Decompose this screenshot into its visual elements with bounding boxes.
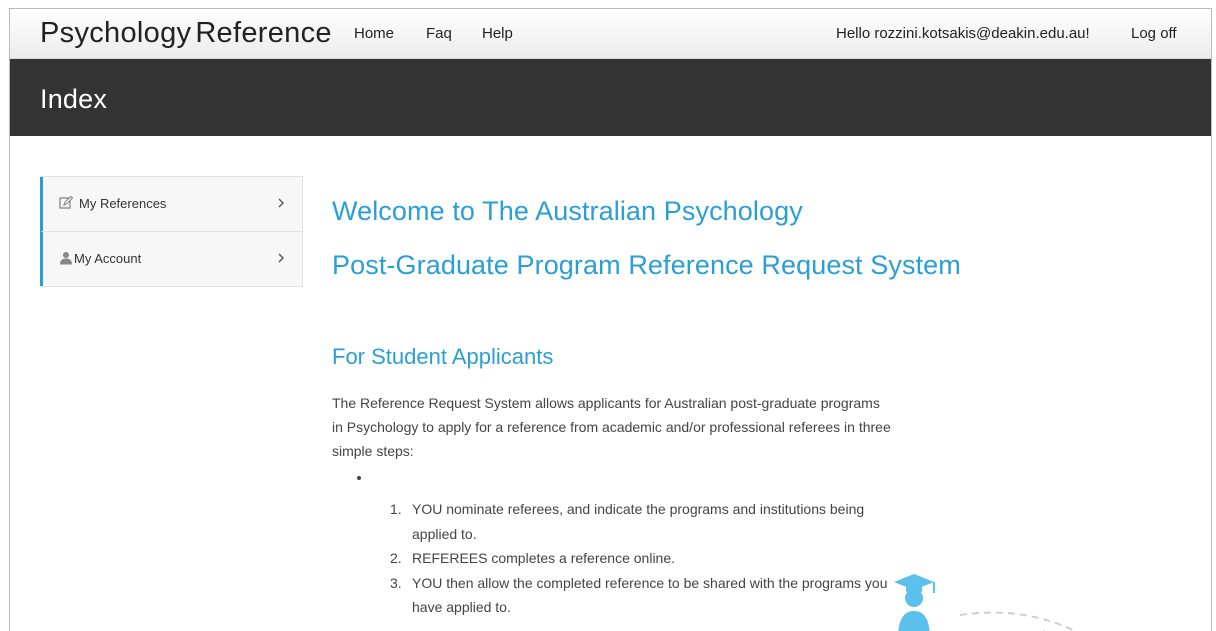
steps-list: 1. YOU nominate referees, and indicate t…: [390, 497, 900, 620]
sidebar-item-my-account[interactable]: My Account: [40, 232, 302, 286]
sidebar-item-label: My References: [79, 196, 167, 211]
nav-help-link[interactable]: Help: [482, 25, 513, 42]
bullet-marker: [357, 476, 361, 480]
welcome-heading-line2: Post-Graduate Program Reference Request …: [332, 250, 961, 280]
intro-paragraph: The Reference Request System allows appl…: [332, 395, 891, 459]
user-greeting-link[interactable]: Hello rozzini.kotsakis@deakin.edu.au!: [836, 25, 1090, 42]
sidebar-item-label: My Account: [74, 251, 142, 266]
section-heading: For Student Applicants: [332, 344, 554, 369]
step-number: 3.: [390, 574, 402, 591]
page-title: Index: [40, 84, 108, 114]
top-navbar: Psychology Reference Home Faq Help Hello …: [10, 9, 1211, 59]
list-item: 1. YOU nominate referees, and indicate t…: [390, 497, 900, 546]
step-text: YOU nominate referees, and indicate the …: [412, 501, 865, 542]
graduate-illustration: [894, 574, 1076, 631]
chevron-right-icon: [278, 198, 284, 208]
app-window: Psychology Reference Home Faq Help Hello …: [9, 8, 1212, 631]
brand-part2: Reference: [195, 17, 332, 49]
brand-logo[interactable]: Psychology Reference: [40, 17, 332, 50]
dashed-connector: [959, 611, 1076, 631]
chevron-right-icon: [278, 253, 284, 263]
list-item: 3. YOU then allow the completed referenc…: [390, 571, 900, 620]
step-text: YOU then allow the completed reference t…: [412, 574, 888, 616]
welcome-heading-line1: Welcome to The Australian Psychology: [332, 196, 803, 226]
graduate-student-icon: [894, 574, 935, 631]
step-text: REFEREES completes a reference online.: [412, 550, 676, 566]
step-number: 2.: [390, 550, 402, 566]
logoff-link[interactable]: Log off: [1131, 25, 1177, 42]
edit-icon: [59, 196, 73, 209]
sidebar-item-my-references[interactable]: My References: [40, 177, 302, 232]
nav-faq-link[interactable]: Faq: [426, 25, 452, 42]
step-number: 1.: [390, 501, 402, 517]
sidebar-menu: My References My Account: [40, 176, 303, 287]
list-item: 2. REFEREES completes a reference online…: [390, 546, 900, 571]
nav-home-link[interactable]: Home: [354, 25, 394, 42]
page-header-band: Index: [10, 59, 1211, 136]
user-icon: [60, 252, 72, 265]
brand-part1: Psychology: [40, 17, 192, 49]
